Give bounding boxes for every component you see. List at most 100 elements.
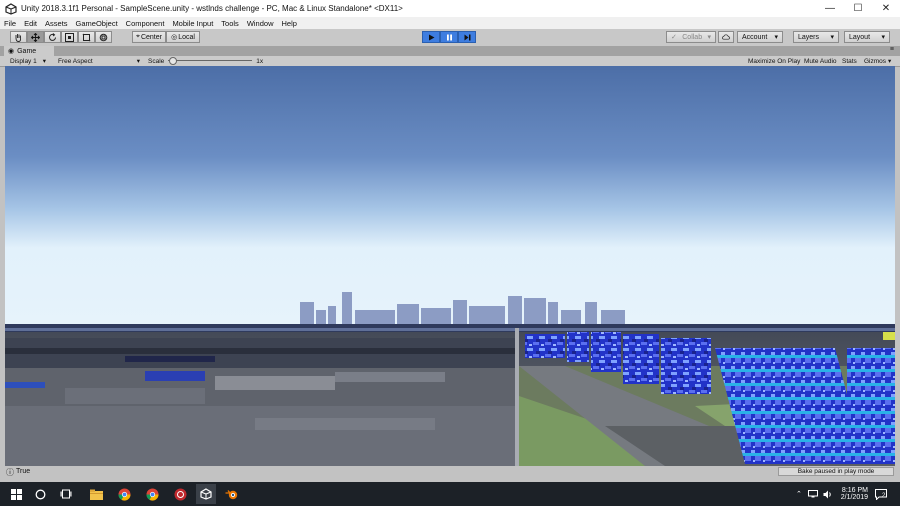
taskbar-file-explorer[interactable]: [86, 484, 106, 504]
notification-count: 2: [882, 493, 886, 499]
menu-window[interactable]: Window: [243, 19, 278, 28]
maximize-on-play-label: Maximize On Play: [748, 57, 801, 65]
display-dropdown[interactable]: Display 1 ▾: [10, 57, 46, 66]
menu-assets[interactable]: Assets: [41, 19, 72, 28]
account-label: Account: [742, 33, 768, 41]
taskbar-chrome-1[interactable]: [114, 484, 134, 504]
hand-icon: [15, 33, 22, 42]
collab-dropdown[interactable]: ✓ Collab ▾: [666, 31, 716, 43]
mute-audio-label: Mute Audio: [804, 57, 837, 65]
maximize-button[interactable]: ☐: [844, 0, 872, 17]
hand-tool-button[interactable]: [10, 31, 27, 43]
play-button[interactable]: [422, 31, 440, 43]
aspect-dropdown[interactable]: Free Aspect ▾: [58, 57, 140, 66]
pivot-center-toggle[interactable]: ⌖ Center: [132, 31, 166, 43]
step-icon: [464, 34, 470, 40]
display-label: Display 1: [10, 57, 37, 65]
chevron-down-icon: ▾: [42, 58, 46, 65]
stats-label: Stats: [842, 57, 857, 65]
menu-file[interactable]: File: [0, 19, 20, 28]
window-titlebar: Unity 2018.3.1f1 Personal - SampleScene.…: [0, 0, 900, 17]
rect-tool-button[interactable]: [78, 31, 95, 43]
tray-chevron-up-icon[interactable]: ⌃: [796, 490, 802, 498]
cortana-button[interactable]: [30, 484, 50, 504]
chevron-down-icon: ▾: [774, 34, 778, 41]
game-render: [5, 66, 895, 466]
layers-dropdown[interactable]: Layers ▾: [793, 31, 839, 43]
action-center-button[interactable]: 2: [875, 482, 887, 506]
collab-label: Collab: [682, 33, 703, 41]
clock-date: 2/1/2019: [840, 494, 868, 501]
taskbar-unity[interactable]: [196, 484, 216, 504]
menu-edit[interactable]: Edit: [20, 19, 41, 28]
local-space-icon: ◎: [171, 34, 178, 41]
transform-tools: [10, 31, 112, 43]
pivot-icon: ⌖: [136, 33, 140, 40]
pause-button[interactable]: [440, 31, 458, 43]
task-view-icon: [60, 489, 72, 499]
menu-mobile-input[interactable]: Mobile Input: [168, 19, 217, 28]
chevron-down-icon: ▾: [830, 34, 834, 41]
platform-left: [5, 328, 519, 466]
bake-progress: Bake paused in play mode: [778, 467, 894, 476]
scale-control: Scale 1x: [148, 57, 263, 65]
chevron-down-icon: ▾: [888, 58, 892, 65]
close-button[interactable]: ✕: [872, 0, 900, 17]
aspect-label: Free Aspect: [58, 57, 93, 65]
main-toolbar: ⌖ Center ◎ Local ✓ Collab ▾ Account ▾ Layers ▾…: [0, 29, 900, 47]
taskbar-blender[interactable]: [222, 484, 242, 504]
menu-tools[interactable]: Tools: [217, 19, 243, 28]
menu-gameobject[interactable]: GameObject: [72, 19, 122, 28]
chrome-icon: [118, 488, 130, 501]
folder-icon: [89, 489, 103, 500]
tab-game[interactable]: ◉ Game: [4, 46, 54, 56]
blender-icon: [225, 490, 238, 500]
layout-label: Layout: [849, 33, 871, 41]
clock-time: 8:16 PM: [841, 487, 868, 494]
pivot-label: Center: [140, 33, 162, 41]
layout-dropdown[interactable]: Layout ▾: [844, 31, 890, 43]
rotate-tool-button[interactable]: [44, 31, 61, 43]
pause-icon: [446, 34, 452, 40]
account-dropdown[interactable]: Account ▾: [737, 31, 783, 43]
scale-value: 1x: [256, 57, 264, 65]
play-icon: [428, 34, 434, 40]
maximize-on-play-toggle[interactable]: Maximize On Play: [748, 57, 800, 65]
minimize-button[interactable]: —: [816, 0, 844, 17]
mute-audio-toggle[interactable]: Mute Audio: [804, 57, 837, 65]
task-view-button[interactable]: [56, 484, 76, 504]
scale-slider[interactable]: [168, 57, 253, 65]
collab-check-icon: ✓: [671, 34, 677, 41]
scale-slider-thumb[interactable]: [169, 57, 178, 65]
red-app-icon: [174, 488, 186, 500]
scale-tool-button[interactable]: [61, 31, 78, 43]
stats-toggle[interactable]: Stats: [842, 57, 857, 65]
status-bar: ⓘ True Bake paused in play mode: [0, 466, 900, 478]
cortana-circle-icon: [35, 489, 45, 499]
network-icon[interactable]: [807, 490, 818, 498]
chevron-down-icon: ▾: [881, 34, 885, 41]
menu-bar: File Edit Assets GameObject Component Mo…: [0, 17, 900, 29]
step-button[interactable]: [458, 31, 476, 43]
info-icon: ⓘ: [6, 468, 14, 477]
start-button[interactable]: [6, 484, 26, 504]
menu-component[interactable]: Component: [122, 19, 169, 28]
gizmos-dropdown[interactable]: Gizmos ▾: [864, 57, 892, 66]
rect-transform-icon: [82, 33, 91, 41]
cloud-button[interactable]: [718, 31, 734, 43]
pivot-controls: ⌖ Center ◎ Local: [132, 31, 200, 43]
taskbar-chrome-2[interactable]: [142, 484, 162, 504]
pivot-local-toggle[interactable]: ◎ Local: [166, 31, 200, 43]
transform-all-tool-button[interactable]: [95, 31, 112, 43]
taskbar-red-app[interactable]: [170, 484, 190, 504]
clock[interactable]: 8:16 PM 2/1/2019: [832, 482, 868, 506]
play-controls: [422, 31, 476, 43]
gizmos-label: Gizmos: [864, 57, 887, 65]
game-viewport[interactable]: [5, 66, 895, 466]
space-label: Local: [178, 33, 195, 41]
tab-menu-icon[interactable]: ≡: [890, 46, 894, 53]
game-controller-icon: ◉: [8, 48, 15, 55]
move-tool-button[interactable]: [27, 31, 44, 43]
console-message[interactable]: True: [16, 468, 30, 475]
menu-help[interactable]: Help: [278, 19, 301, 28]
